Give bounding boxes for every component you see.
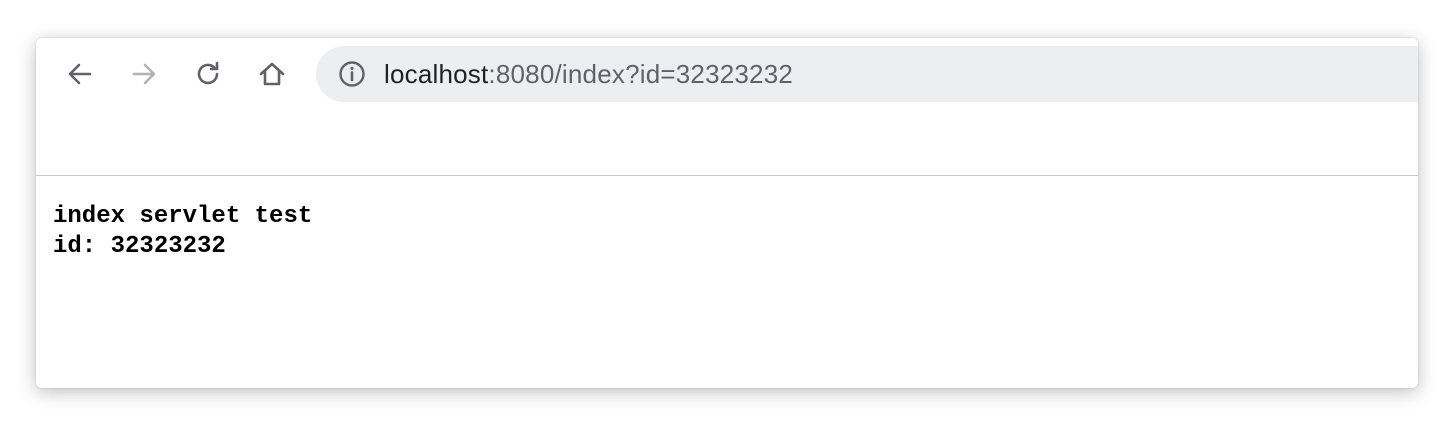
browser-toolbar: localhost:8080/index?id=32323232 xyxy=(36,38,1418,176)
page-content: index servlet test id: 32323232 xyxy=(53,202,312,262)
info-circle-icon[interactable] xyxy=(338,60,366,88)
back-button[interactable] xyxy=(62,56,98,92)
browser-window: localhost:8080/index?id=32323232 index s… xyxy=(36,38,1418,388)
url-host: localhost xyxy=(384,58,489,89)
home-icon xyxy=(256,58,288,90)
home-button[interactable] xyxy=(254,56,290,92)
reload-button[interactable] xyxy=(190,56,226,92)
url-path: :8080/index?id=32323232 xyxy=(488,58,794,89)
page-id-line: id: 32323232 xyxy=(53,233,226,260)
page-heading-line: index servlet test xyxy=(53,203,313,230)
address-bar[interactable]: localhost:8080/index?id=32323232 xyxy=(316,46,1418,102)
reload-icon xyxy=(192,58,224,90)
forward-button[interactable] xyxy=(126,56,162,92)
url-text[interactable]: localhost:8080/index?id=32323232 xyxy=(384,59,793,90)
arrow-right-icon xyxy=(128,58,160,90)
arrow-left-icon xyxy=(64,58,96,90)
